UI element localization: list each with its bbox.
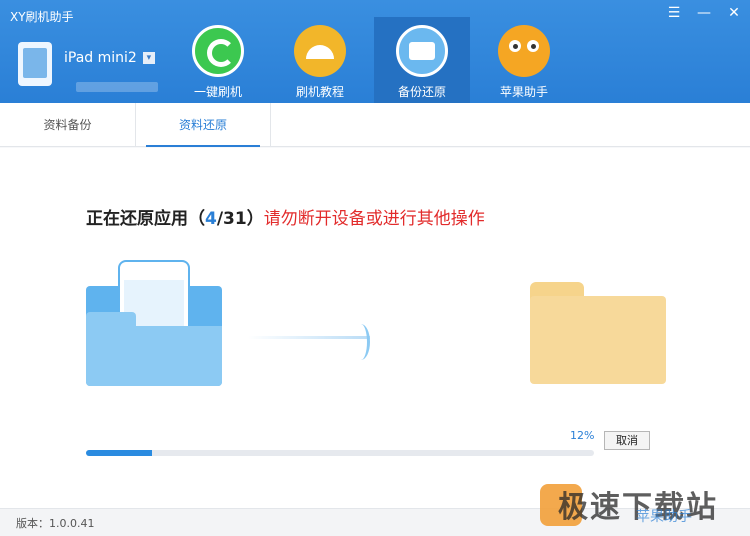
app-title: XY刷机助手 [10,10,74,24]
backup-icon [396,25,448,77]
owl-icon [498,25,550,77]
nav-backup-restore[interactable]: 备份还原 [374,17,470,103]
tab-data-restore[interactable]: 资料还原 [136,103,271,147]
window-controls: ☰ — ✕ [664,4,744,22]
nav-one-click-flash[interactable]: 一键刷机 [170,17,266,103]
device-info-blurred [76,82,158,92]
refresh-icon [192,25,244,77]
restore-status: 正在还原应用（4/31）请勿断开设备或进行其他操作 [86,204,485,229]
target-folder-icon [530,282,666,384]
nav-flash-tutorial[interactable]: 刷机教程 [272,17,368,103]
nav-apple-assistant[interactable]: 苹果助手 [476,17,572,103]
status-warning: 请勿断开设备或进行其他操作 [263,209,485,229]
cancel-button[interactable]: 取消 [604,431,650,450]
progress-fill [86,450,153,456]
nav-label: 苹果助手 [499,85,548,99]
transfer-indicator [352,324,370,360]
status-prefix: 正在还原应用（ [86,209,205,229]
progress-percent: 12% [570,429,595,442]
watermark-sub: 苹果助手 [636,509,692,525]
minimize-icon[interactable]: — [694,4,714,22]
restore-panel: 正在还原应用（4/31）请勿断开设备或进行其他操作 12% 取消 [0,148,750,508]
nav-label: 一键刷机 [193,85,242,99]
main-nav: 一键刷机 刷机教程 备份还原 苹果助手 [170,17,578,103]
nav-label: 刷机教程 [295,85,344,99]
header: XY刷机助手 ☰ — ✕ iPad mini2 ▾ 一键刷机 刷机教程 备份还原… [0,0,750,103]
status-current: 4 [205,209,217,229]
status-suffix: ） [246,209,264,229]
tab-data-backup[interactable]: 资料备份 [0,103,136,147]
nav-label: 备份还原 [397,85,446,99]
source-folder-icon [86,260,222,386]
watermark: 极速下载站 苹果助手 [540,482,745,532]
close-icon[interactable]: ✕ [724,4,744,22]
version-label: 版本：1.0.0.41 [16,517,95,530]
device-selector[interactable]: iPad mini2 ▾ [18,42,158,92]
progress-bar [86,450,594,456]
chevron-down-icon[interactable]: ▾ [142,52,155,64]
ipad-icon [18,42,52,86]
lamp-icon [294,25,346,77]
menu-icon[interactable]: ☰ [664,4,684,22]
tab-bar: 资料备份 资料还原 [0,103,750,147]
device-name: iPad mini2 [64,50,137,66]
status-total: /31 [216,209,247,229]
